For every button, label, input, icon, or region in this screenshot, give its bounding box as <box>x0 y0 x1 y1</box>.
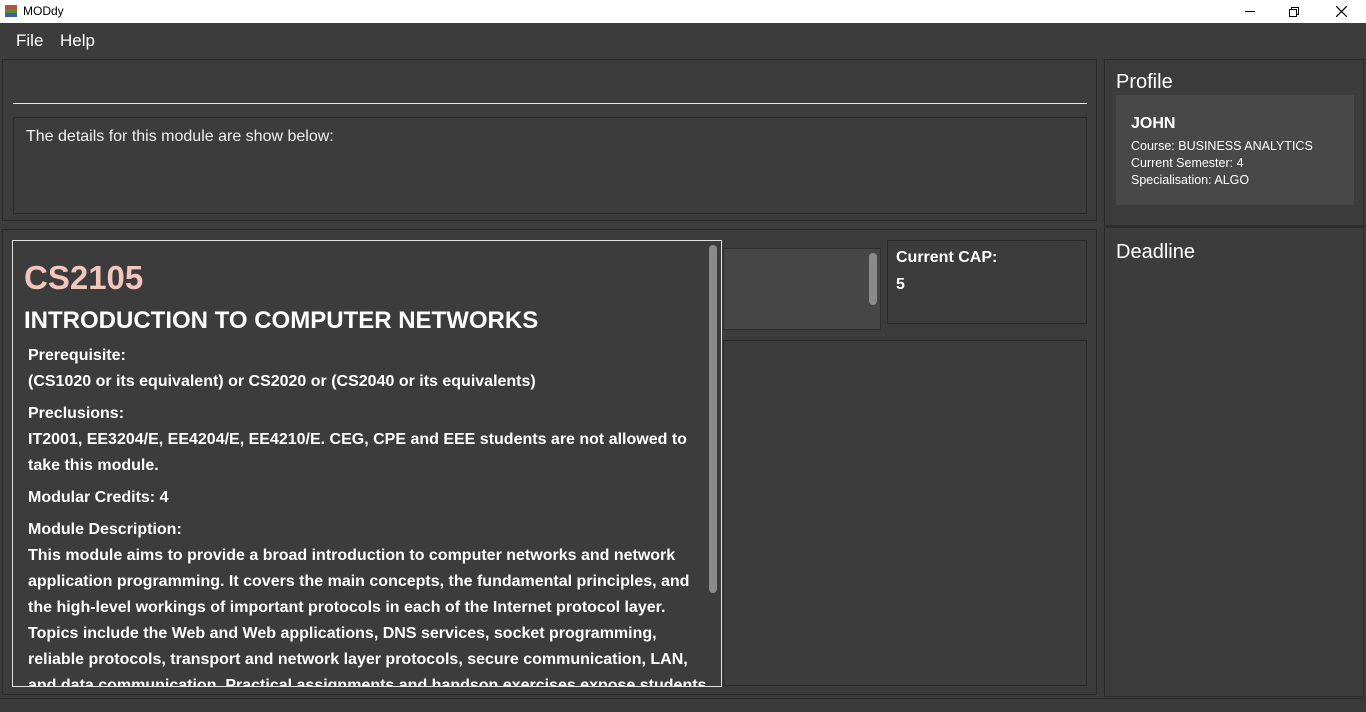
cap-panel: Current CAP: 5 <box>887 240 1087 324</box>
profile-specialisation: Specialisation: ALGO <box>1131 173 1250 187</box>
menu-file[interactable]: File <box>16 31 43 51</box>
cap-label: Current CAP: <box>896 249 998 266</box>
profile-name: JOHN <box>1131 115 1176 132</box>
module-details: Prerequisite: (CS1020 or its equivalent)… <box>28 343 708 687</box>
app-icon <box>4 4 18 18</box>
cap-value: 5 <box>896 276 905 293</box>
minimize-icon <box>1245 11 1255 12</box>
window-title: MODdy <box>23 4 64 18</box>
close-button[interactable] <box>1318 0 1364 23</box>
module-list-scrollbar[interactable] <box>869 253 877 305</box>
module-card-scroll-thumb[interactable] <box>709 245 717 593</box>
description-text: This module aims to provide a broad intr… <box>28 547 707 687</box>
profile-semester: Current Semester: 4 <box>1131 156 1244 170</box>
description-label: Module Description: <box>28 521 182 538</box>
profile-card: JOHN Course: BUSINESS ANALYTICS Current … <box>1116 95 1354 205</box>
prerequisite-section: Prerequisite: (CS1020 or its equivalent)… <box>28 343 708 395</box>
minimize-button[interactable] <box>1227 0 1273 23</box>
prerequisite-label: Prerequisite: <box>28 347 126 364</box>
prerequisite-text: (CS1020 or its equivalent) or CS2020 or … <box>28 373 536 390</box>
profile-course: Course: BUSINESS ANALYTICS <box>1131 139 1313 153</box>
module-code: CS2105 <box>24 259 144 296</box>
module-list[interactable] <box>723 248 881 330</box>
status-bar <box>0 698 1366 712</box>
description-section: Module Description: This module aims to … <box>28 517 708 687</box>
restore-button[interactable] <box>1272 0 1318 23</box>
credits-section: Modular Credits: 4 <box>28 485 708 511</box>
title-bar: MODdy <box>0 0 1366 23</box>
preclusions-label: Preclusions: <box>28 405 125 422</box>
sidebar-divider <box>1105 225 1365 228</box>
profile-heading: Profile <box>1116 71 1173 93</box>
module-card-scrollbar[interactable] <box>707 245 719 685</box>
credits-label: Modular Credits: 4 <box>28 489 169 506</box>
menu-bar: File Help <box>0 23 1366 58</box>
command-area: The details for this module are show bel… <box>2 59 1097 221</box>
preclusions-section: Preclusions: IT2001, EE3204/E, EE4204/E,… <box>28 401 708 479</box>
command-input[interactable] <box>13 60 1087 104</box>
close-icon <box>1336 6 1347 17</box>
menu-help[interactable]: Help <box>60 31 95 51</box>
module-title: INTRODUCTION TO COMPUTER NETWORKS <box>24 307 539 334</box>
module-detail-card: CS2105 INTRODUCTION TO COMPUTER NETWORKS… <box>12 240 722 687</box>
deadline-heading: Deadline <box>1116 241 1195 263</box>
result-text: The details for this module are show bel… <box>26 128 334 145</box>
sidebar: Profile JOHN Course: BUSINESS ANALYTICS … <box>1104 59 1365 697</box>
preclusions-text: IT2001, EE3204/E, EE4204/E, EE4210/E. CE… <box>28 431 687 474</box>
result-display: The details for this module are show bel… <box>13 117 1087 214</box>
semester-panel <box>723 340 1087 686</box>
